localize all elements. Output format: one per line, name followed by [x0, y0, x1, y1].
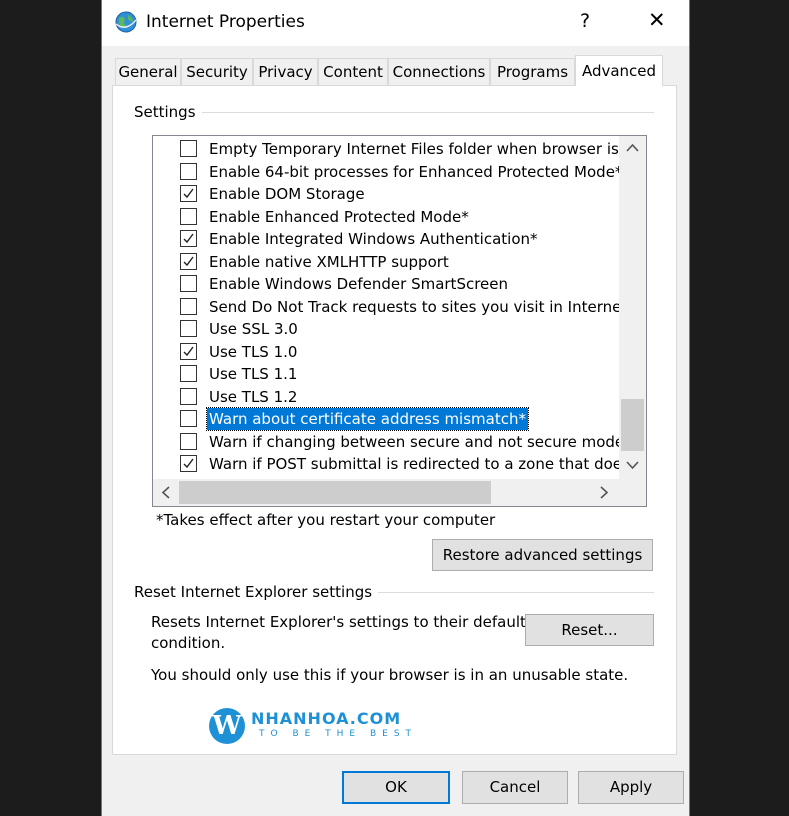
- reset-description-line2: condition.: [151, 634, 226, 652]
- settings-group-line: [134, 112, 654, 113]
- reset-description-line1: Resets Internet Explorer's settings to t…: [151, 613, 526, 631]
- tab-general[interactable]: General: [115, 58, 181, 85]
- help-button[interactable]: ?: [580, 10, 590, 32]
- setting-label[interactable]: Enable Enhanced Protected Mode*: [207, 206, 471, 228]
- horizontal-scroll-thumb[interactable]: [179, 481, 491, 504]
- setting-checkbox[interactable]: [180, 185, 197, 202]
- setting-label[interactable]: Enable DOM Storage: [207, 183, 367, 205]
- checkmark-icon: [183, 346, 194, 356]
- setting-label[interactable]: Use SSL 3.0: [207, 318, 300, 340]
- window-title: Internet Properties: [146, 12, 305, 32]
- setting-checkbox[interactable]: [180, 432, 197, 450]
- tab-security[interactable]: Security: [181, 58, 253, 85]
- scroll-down-icon[interactable]: [626, 458, 639, 474]
- checkmark-icon: [183, 458, 194, 469]
- vertical-scrollbar[interactable]: [619, 136, 646, 479]
- setting-checkbox[interactable]: [180, 275, 197, 292]
- close-button[interactable]: ✕: [648, 8, 666, 32]
- setting-checkbox[interactable]: [180, 320, 197, 337]
- scroll-up-icon[interactable]: [626, 140, 639, 156]
- setting-label[interactable]: Send Do Not Track requests to sites you …: [207, 296, 643, 318]
- setting-checkbox[interactable]: [180, 230, 197, 247]
- horizontal-scrollbar[interactable]: [153, 479, 619, 506]
- restart-note: *Takes effect after you restart your com…: [156, 511, 496, 529]
- setting-label[interactable]: Enable Integrated Windows Authentication…: [207, 228, 540, 250]
- setting-checkbox[interactable]: [180, 410, 197, 427]
- logo-mark: W: [209, 708, 245, 744]
- settings-group-label: Settings: [134, 103, 202, 121]
- nhanhoa-logo: W NHANHOA.COM TO BE THE BEST: [209, 708, 419, 744]
- setting-label[interactable]: Enable Windows Defender SmartScreen: [207, 273, 510, 295]
- setting-label[interactable]: Empty Temporary Internet Files folder wh…: [207, 138, 638, 160]
- setting-label[interactable]: Use TLS 1.1: [207, 363, 299, 385]
- setting-checkbox[interactable]: [180, 387, 197, 405]
- scrollbar-corner: [619, 479, 646, 506]
- setting-checkbox[interactable]: [180, 140, 197, 157]
- setting-label[interactable]: Use TLS 1.0: [207, 341, 299, 363]
- reset-group-label: Reset Internet Explorer settings: [134, 583, 379, 601]
- setting-checkbox[interactable]: [180, 342, 197, 360]
- apply-button[interactable]: Apply: [578, 771, 684, 804]
- checkmark-icon: [183, 188, 194, 199]
- checkmark-icon: [183, 256, 194, 266]
- setting-label[interactable]: Warn if POST submittal is redirected to …: [207, 453, 643, 475]
- tab-privacy[interactable]: Privacy: [253, 58, 318, 85]
- settings-listbox[interactable]: Empty Temporary Internet Files folder wh…: [152, 135, 647, 507]
- setting-checkbox[interactable]: [180, 455, 197, 472]
- setting-label[interactable]: Use TLS 1.2: [207, 386, 299, 408]
- scroll-left-icon[interactable]: [161, 486, 170, 503]
- logo-name: NHANHOA.COM: [251, 709, 402, 728]
- setting-label[interactable]: Warn if changing between secure and not …: [207, 431, 626, 453]
- setting-checkbox[interactable]: [180, 252, 197, 270]
- setting-label[interactable]: Enable 64-bit processes for Enhanced Pro…: [207, 161, 624, 183]
- reset-warning: You should only use this if your browser…: [151, 666, 629, 684]
- setting-checkbox[interactable]: [180, 297, 197, 315]
- cancel-button[interactable]: Cancel: [462, 771, 568, 804]
- tab-programs[interactable]: Programs: [490, 58, 575, 85]
- vertical-scroll-thumb[interactable]: [621, 399, 644, 451]
- tab-connections[interactable]: Connections: [388, 58, 490, 85]
- setting-checkbox[interactable]: [180, 207, 197, 225]
- tab-advanced[interactable]: Advanced: [575, 55, 663, 86]
- ok-button[interactable]: OK: [342, 771, 450, 804]
- scroll-right-icon[interactable]: [600, 486, 609, 503]
- setting-checkbox[interactable]: [180, 365, 197, 382]
- setting-checkbox[interactable]: [180, 162, 197, 180]
- title-bar: Internet Properties ? ✕: [102, 0, 689, 46]
- setting-label[interactable]: Warn about certificate address mismatch*: [206, 407, 529, 431]
- tab-content[interactable]: Content: [318, 58, 388, 85]
- restore-advanced-settings-button[interactable]: Restore advanced settings: [432, 539, 653, 571]
- setting-label[interactable]: Enable native XMLHTTP support: [207, 251, 451, 273]
- checkmark-icon: [183, 233, 194, 244]
- reset-button[interactable]: Reset...: [525, 614, 654, 646]
- logo-tagline: TO BE THE BEST: [259, 729, 418, 739]
- internet-globe-icon: [115, 11, 137, 33]
